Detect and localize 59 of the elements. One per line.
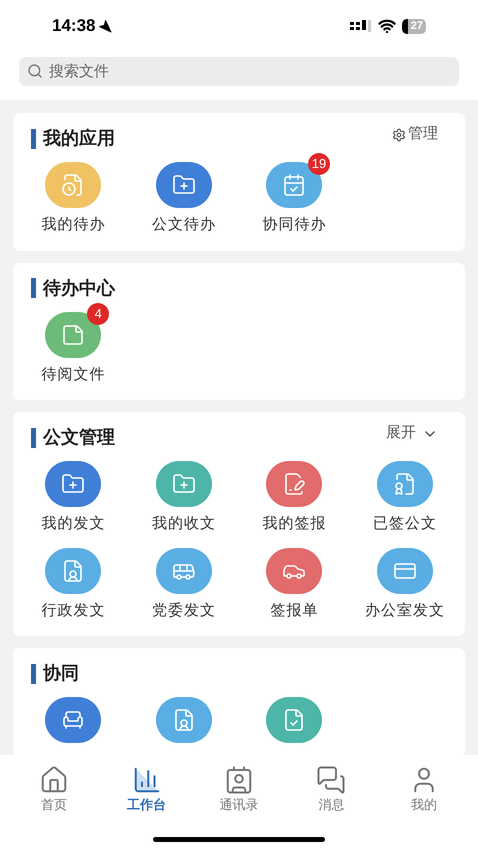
section-title: 协同 [43,662,79,685]
app-label[interactable]: 待阅文件 [41,364,106,386]
app-label[interactable]: 我的发文 [41,513,106,536]
app-icon[interactable] [45,461,102,507]
app-label[interactable]: 协同待办 [262,214,326,236]
title-accent-bar [31,664,36,684]
tab-item[interactable]: 首页 [19,765,90,814]
settings-icon [392,128,406,142]
title-accent-bar [31,428,36,448]
app-icon[interactable] [376,461,433,507]
app-icon[interactable] [376,548,433,594]
search-icon [27,63,43,79]
certificate-icon [392,472,417,496]
expand-button[interactable]: 展开 [386,422,438,445]
section-title: 公文管理 [43,426,115,449]
calendar-icon [282,173,306,197]
app-icon[interactable] [266,461,322,507]
manage-button[interactable]: 管理 [392,123,438,146]
section-title: 我的应用 [43,127,115,150]
home-icon [39,765,70,795]
count-badge: 19 [308,153,330,175]
app-label[interactable]: 我的签报 [262,513,326,536]
signal-icon [350,20,372,32]
tab-item[interactable]: 消息 [296,765,366,814]
chat-icon [316,765,346,795]
app-icon[interactable] [156,162,212,208]
note-icon [61,322,86,346]
app-icon[interactable] [156,461,212,507]
app-icon[interactable] [156,697,212,743]
app-icon[interactable] [266,548,322,594]
app-label[interactable]: 行政发文 [41,600,106,622]
folder-plus-icon [172,472,196,496]
app-label[interactable]: 我的待办 [41,214,106,236]
tab-item[interactable]: 工作台 [112,765,182,814]
search-field[interactable]: 搜索文件 [19,57,459,86]
chart-icon [132,765,162,795]
app-label[interactable]: 已签公文 [372,513,437,536]
battery-indicator: 27 [402,18,426,34]
app-icon[interactable] [266,697,322,743]
location-arrow-icon [98,19,112,33]
count-badge: 4 [87,302,110,324]
section-title: 待办中心 [43,276,115,300]
app-icon[interactable] [45,548,102,594]
folder-plus-icon [61,472,86,496]
app-label[interactable]: 公文待办 [152,214,216,236]
clock-time: 14:38 [52,15,96,38]
title-accent-bar [31,278,36,298]
app-label[interactable]: 党委发文 [152,600,216,622]
wifi-icon [378,17,396,35]
app-label[interactable]: 签报单 [270,600,318,622]
title-accent-bar [31,128,36,148]
tab-item[interactable]: 我的 [388,765,459,814]
app-icon[interactable] [45,697,102,743]
app-label[interactable]: 办公室发文 [364,600,445,622]
tab-item[interactable]: 通讯录 [204,765,274,814]
app-icon[interactable] [156,548,212,594]
app-label[interactable]: 我的收文 [152,513,216,536]
document-icon [282,472,306,496]
folder-plus-icon [172,173,196,197]
